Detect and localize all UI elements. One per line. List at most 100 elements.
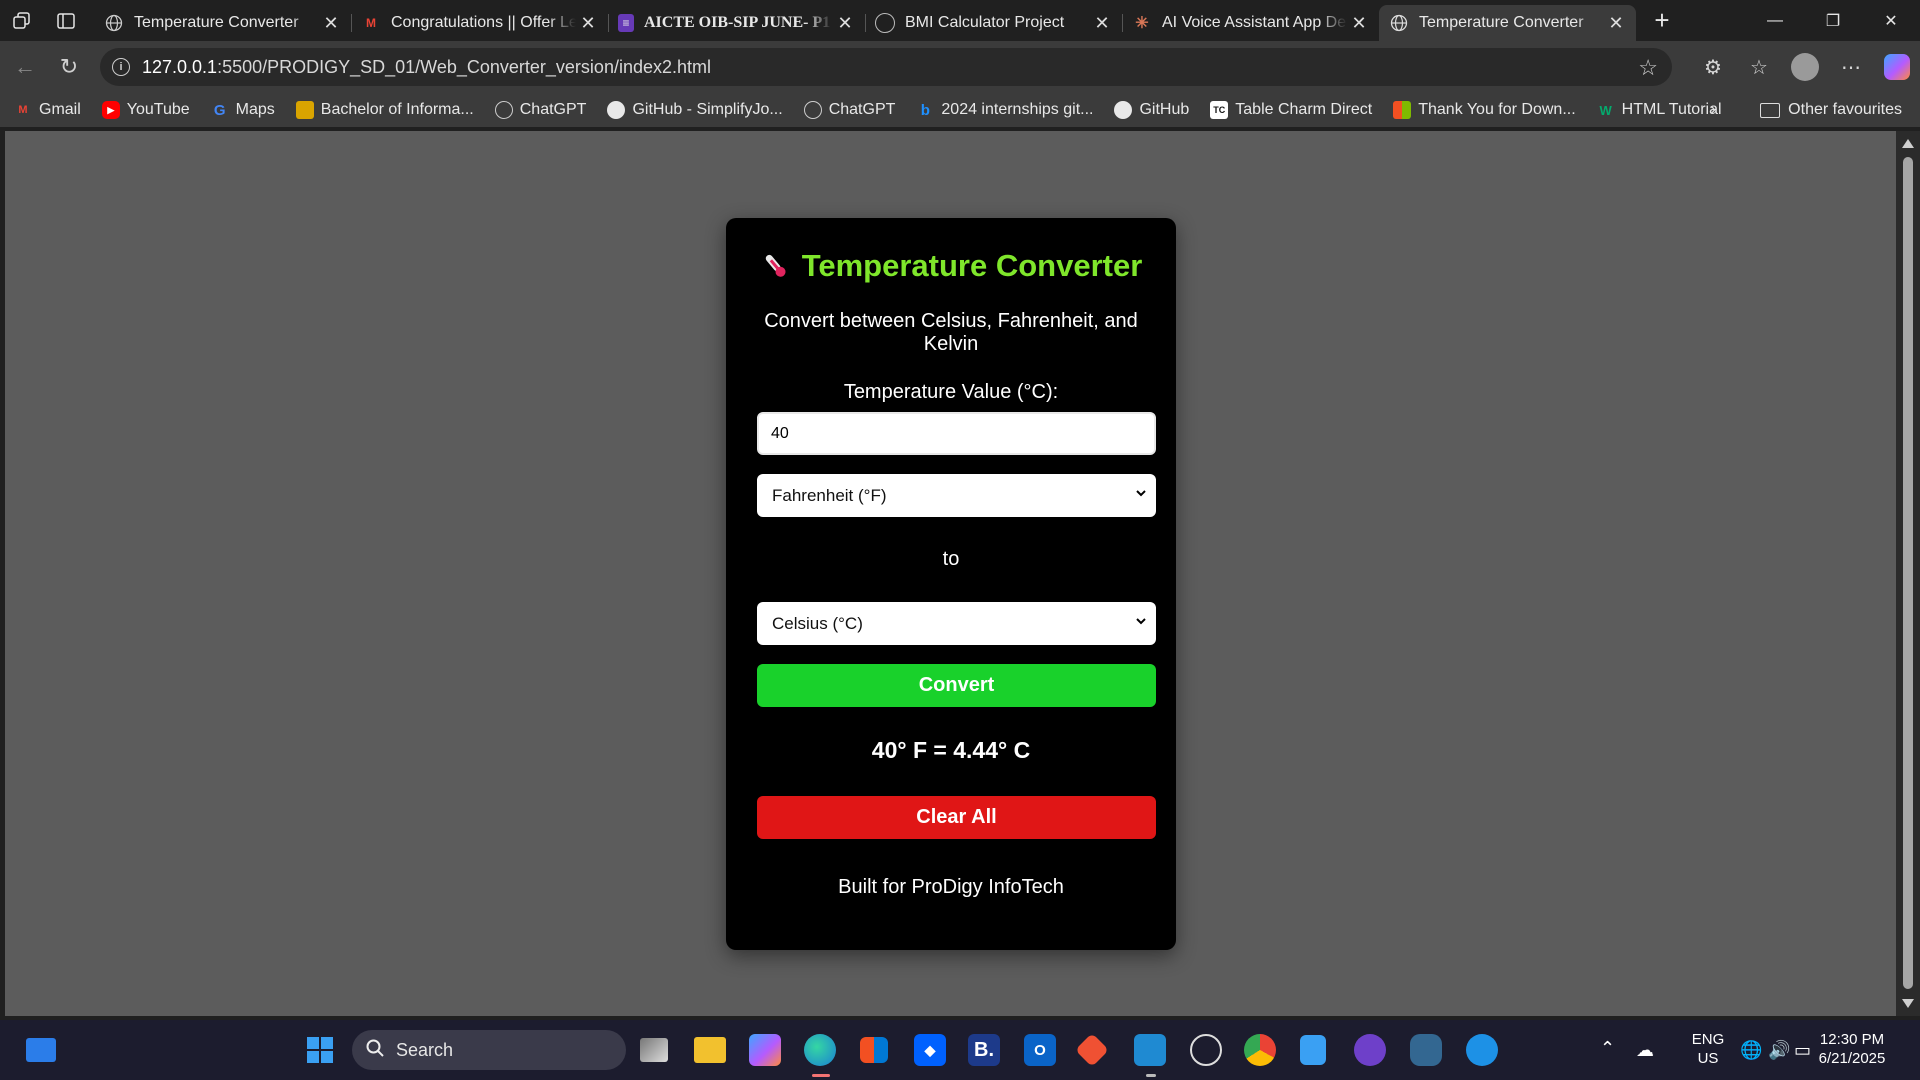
vscode-icon[interactable]	[1134, 1034, 1166, 1066]
postgres-icon[interactable]	[1410, 1034, 1442, 1066]
github-icon	[607, 101, 626, 119]
scroll-up-icon[interactable]	[1902, 139, 1914, 148]
favorite-item[interactable]: TC Table Charm Direct	[1210, 101, 1372, 119]
favorite-item[interactable]: W HTML Tutorial	[1597, 101, 1722, 119]
footer-text: Built for ProDigy InfoTech	[838, 876, 1064, 898]
close-tab-icon[interactable]: ✕	[1090, 13, 1114, 34]
browser-tab[interactable]: ✳ AI Voice Assistant App Dev ✕	[1122, 5, 1379, 41]
taskbar-search[interactable]: Search	[352, 1030, 626, 1070]
tab-strip: Temperature Converter ✕ M Congratulation…	[0, 0, 1920, 41]
favorite-item[interactable]: GitHub	[1114, 101, 1189, 119]
folder-icon	[1760, 102, 1781, 118]
scrollbar[interactable]	[1896, 131, 1920, 1016]
new-tab-button[interactable]: +	[1642, 3, 1682, 39]
chatgpt-icon	[803, 101, 822, 119]
favorite-item[interactable]: Thank You for Down...	[1393, 101, 1576, 119]
github-icon	[1114, 101, 1133, 119]
scroll-down-icon[interactable]	[1902, 999, 1914, 1008]
favorite-item[interactable]: ChatGPT	[494, 101, 586, 119]
chatgpt-icon	[875, 13, 895, 33]
workspaces-icon[interactable]	[0, 0, 44, 41]
converter-card: Temperature Converter Convert between Ce…	[726, 218, 1176, 950]
favorites-icon[interactable]: ☆	[1736, 47, 1782, 87]
temperature-input[interactable]: 40	[757, 412, 1156, 455]
favorite-item[interactable]: G Maps	[211, 101, 275, 119]
convert-button[interactable]: Convert	[757, 664, 1156, 707]
favorite-star-icon[interactable]: ☆	[1638, 55, 1658, 81]
docker-icon[interactable]	[1466, 1034, 1498, 1066]
browser-tab[interactable]: Temperature Converter ✕	[94, 5, 351, 41]
search-placeholder: Search	[396, 1039, 454, 1060]
store-icon[interactable]	[860, 1037, 888, 1063]
widgets-icon[interactable]	[26, 1038, 56, 1062]
app-title: Temperature Converter	[726, 248, 1176, 284]
browser-toolbar: ← ↻ i 127.0.0.1:5500/PRODIGY_SD_01/Web_C…	[0, 41, 1920, 93]
volume-icon[interactable]: 🔊	[1768, 1040, 1790, 1061]
favorite-item[interactable]: ▶ YouTube	[101, 101, 190, 119]
onedrive-icon[interactable]: ☁	[1636, 1040, 1654, 1061]
favorite-item[interactable]: b 2024 internships git...	[916, 101, 1094, 119]
chevron-up-icon[interactable]: ⌃	[1600, 1038, 1615, 1059]
youtube-icon: ▶	[101, 101, 120, 119]
address-bar[interactable]: i 127.0.0.1:5500/PRODIGY_SD_01/Web_Conve…	[100, 48, 1672, 86]
dropbox-icon[interactable]: ◆	[914, 1034, 946, 1066]
github-desktop-icon[interactable]	[1354, 1034, 1386, 1066]
network-icon[interactable]: 🌐	[1740, 1040, 1762, 1061]
git-icon[interactable]	[1075, 1033, 1109, 1067]
language-indicator[interactable]: ENG US	[1688, 1030, 1728, 1068]
obs-icon[interactable]	[1190, 1034, 1222, 1066]
chevron-right-icon[interactable]: ›	[1710, 99, 1716, 120]
task-view-icon[interactable]	[640, 1038, 668, 1062]
favorite-item[interactable]: ChatGPT	[803, 101, 895, 119]
favorite-item[interactable]: GitHub - SimplifyJo...	[607, 101, 783, 119]
university-icon	[295, 101, 314, 119]
chevron-down-icon	[1136, 490, 1146, 497]
running-app-indicator	[1146, 1074, 1156, 1077]
close-window-icon[interactable]: ✕	[1862, 0, 1920, 41]
tab-title: Congratulations || Offer Letter	[391, 14, 576, 31]
file-explorer-icon[interactable]	[694, 1037, 726, 1063]
clear-all-button[interactable]: Clear All	[757, 796, 1156, 839]
favorite-item[interactable]: Bachelor of Informa...	[295, 101, 474, 119]
start-icon[interactable]	[304, 1034, 336, 1066]
other-favourites[interactable]: Other favourites	[1760, 101, 1902, 119]
browser-tab-active[interactable]: Temperature Converter ✕	[1379, 5, 1636, 41]
notepad-icon[interactable]	[1300, 1035, 1326, 1065]
more-menu-icon[interactable]: ⋯	[1828, 47, 1874, 87]
close-tab-icon[interactable]: ✕	[576, 13, 600, 34]
edge-icon[interactable]	[804, 1034, 836, 1066]
to-label: to	[942, 548, 960, 570]
extensions-icon[interactable]: ⚙	[1690, 47, 1736, 87]
restore-icon[interactable]: ❐	[1804, 0, 1862, 41]
copilot-icon[interactable]	[1884, 54, 1910, 80]
site-info-icon[interactable]: i	[112, 58, 130, 76]
w3schools-icon: W	[1599, 102, 1612, 118]
minimize-icon[interactable]: —	[1746, 0, 1804, 41]
close-tab-icon[interactable]: ✕	[1347, 13, 1371, 34]
chrome-icon[interactable]	[1244, 1034, 1276, 1066]
close-tab-icon[interactable]: ✕	[1604, 13, 1628, 34]
close-tab-icon[interactable]: ✕	[319, 13, 343, 34]
gmail-icon: M	[18, 104, 28, 116]
copilot-app-icon[interactable]	[749, 1034, 781, 1066]
browser-tab[interactable]: ≡ AICTE OIB-SIP JUNE- P1 F ✕	[608, 5, 865, 41]
browser-tab[interactable]: M Congratulations || Offer Letter ✕	[351, 5, 608, 41]
refresh-icon[interactable]: ↻	[46, 47, 92, 87]
outlook-icon[interactable]: O	[1024, 1034, 1056, 1066]
favorite-item[interactable]: M Gmail	[14, 101, 80, 119]
scroll-thumb[interactable]	[1903, 157, 1913, 989]
browser-tab[interactable]: BMI Calculator Project ✕	[865, 5, 1122, 41]
tc-icon: TC	[1210, 101, 1229, 119]
globe-icon	[1389, 13, 1409, 33]
thermometer-icon	[765, 254, 786, 277]
to-unit-select[interactable]: Celsius (°C)	[757, 602, 1156, 645]
url-text[interactable]: 127.0.0.1:5500/PRODIGY_SD_01/Web_Convert…	[142, 57, 711, 78]
profile-avatar[interactable]	[1791, 53, 1819, 81]
vertical-tabs-icon[interactable]	[44, 0, 88, 41]
b-app-icon[interactable]: B.	[968, 1034, 1000, 1066]
from-unit-select[interactable]: Fahrenheit (°F)	[757, 474, 1156, 517]
back-icon[interactable]: ←	[2, 47, 48, 87]
close-tab-icon[interactable]: ✕	[833, 13, 857, 34]
clock[interactable]: 12:30 PM 6/21/2025	[1802, 1030, 1902, 1068]
from-unit-value: Fahrenheit (°F)	[772, 485, 887, 505]
